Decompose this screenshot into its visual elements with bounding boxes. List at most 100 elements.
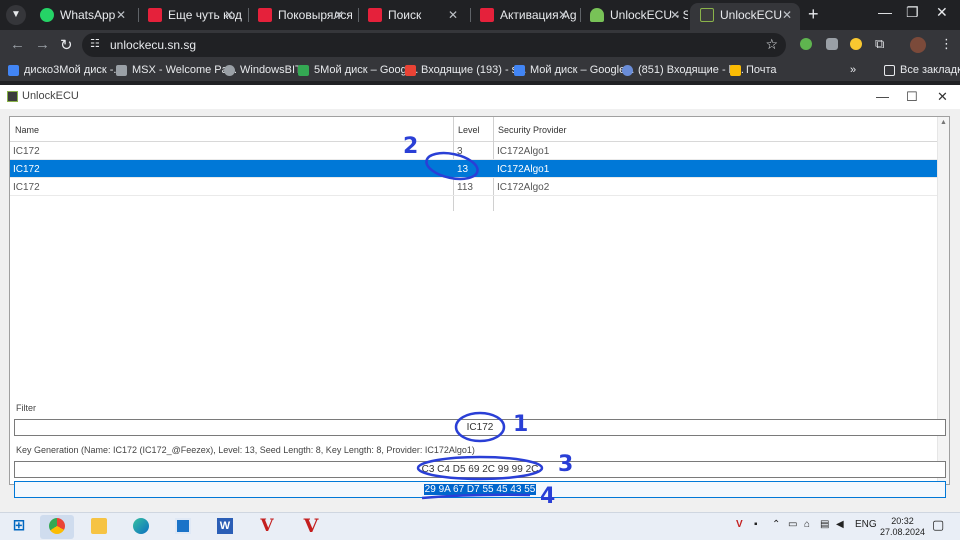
- folder-icon: [91, 518, 107, 534]
- table-row[interactable]: IC172 113 IC172Algo2: [10, 178, 938, 196]
- bookmark-label: MSX - Welcome Pa...: [132, 64, 237, 76]
- taskbar-word[interactable]: W: [208, 515, 242, 539]
- tab-search-button[interactable]: ▼: [6, 5, 26, 25]
- forward-icon[interactable]: →: [35, 36, 50, 53]
- close-tab-icon[interactable]: ✕: [670, 3, 680, 27]
- vs-icon: V: [260, 516, 274, 536]
- app-title: UnlockECU: [22, 90, 79, 102]
- tray-network-icon[interactable]: ⌂: [804, 519, 810, 530]
- extension-yellow-icon[interactable]: [850, 38, 862, 50]
- site-info-icon[interactable]: ☷: [90, 37, 100, 50]
- new-tab-button[interactable]: +: [808, 4, 819, 24]
- drive2-icon: [148, 8, 162, 22]
- bookmark-item[interactable]: MSX - Welcome Pa...: [116, 64, 237, 76]
- unlockecu-window: UnlockECU — ☐ ✕ Name Level Security Prov…: [0, 85, 960, 512]
- tray-display-icon[interactable]: ▤: [820, 519, 829, 530]
- bookmark-item[interactable]: Почта: [730, 64, 777, 76]
- taskbar-edge[interactable]: [124, 515, 158, 539]
- taskbar-window[interactable]: [166, 515, 200, 539]
- globe-icon: [224, 65, 235, 76]
- cell-level: 3: [457, 146, 463, 157]
- cell-provider: IC172Algo2: [497, 182, 550, 193]
- system-clock[interactable]: 20:32 27.08.2024: [880, 516, 925, 538]
- key-output[interactable]: 29 9A 67 D7 55 45 43 55: [14, 481, 946, 498]
- taskbar-explorer[interactable]: [82, 515, 116, 539]
- tab-unlockecu-search[interactable]: UnlockECU - Sea ✕: [580, 3, 688, 30]
- taskbar-vs[interactable]: V: [250, 515, 284, 539]
- taskbar-chrome[interactable]: [40, 515, 74, 539]
- bookmark-label: 5Мой диск – Googl...: [314, 64, 419, 76]
- tray-v-icon[interactable]: V: [736, 519, 743, 530]
- column-header-name[interactable]: Name: [15, 125, 39, 135]
- tray-device-icon[interactable]: ▭: [788, 519, 797, 530]
- start-button[interactable]: ⊞: [2, 515, 36, 539]
- back-icon[interactable]: ←: [10, 36, 25, 53]
- tab-drive2-3[interactable]: Поиск ✕: [358, 3, 466, 30]
- filter-label: Filter: [16, 403, 36, 413]
- table-row-selected[interactable]: IC172 13 IC172Algo1: [10, 160, 938, 178]
- url-text: unlockecu.sn.sg: [110, 38, 197, 52]
- column-header-provider[interactable]: Security Provider: [498, 125, 567, 135]
- annotation-number: 4: [540, 484, 556, 509]
- browser-menu-icon[interactable]: ⋮: [940, 36, 953, 52]
- address-bar[interactable]: ☷ unlockecu.sn.sg ☆: [82, 33, 786, 57]
- cell-name: IC172: [13, 146, 40, 157]
- extensions-puzzle-icon[interactable]: ⧉: [875, 36, 884, 52]
- restore-icon[interactable]: ❐: [906, 4, 919, 21]
- notifications-icon[interactable]: ▢: [932, 517, 944, 533]
- column-header-level[interactable]: Level: [458, 125, 480, 135]
- language-indicator[interactable]: ENG: [855, 519, 877, 530]
- seed-input[interactable]: C3 C4 D5 69 2C 99 99 2C: [14, 461, 946, 478]
- bookmark-label: (851) Входящие - h...: [638, 64, 744, 76]
- word-icon: W: [217, 518, 233, 534]
- gmail-icon: [405, 65, 416, 76]
- bookmark-star-icon[interactable]: ☆: [765, 36, 778, 53]
- tab-whatsapp[interactable]: WhatsApp ✕: [30, 3, 134, 30]
- annotation-number: 2: [403, 134, 419, 159]
- tab-drive2-1[interactable]: Еще чуть кодир ✕: [138, 3, 242, 30]
- bookmark-label: WindowsBIT: [240, 64, 302, 76]
- bookmark-item[interactable]: WindowsBIT: [224, 64, 302, 76]
- taskbar-v-app[interactable]: V: [294, 515, 328, 539]
- close-tab-icon[interactable]: ✕: [334, 3, 344, 27]
- tab-unlockecu[interactable]: UnlockECU ✕: [690, 3, 800, 30]
- cell-name: IC172: [13, 182, 40, 193]
- minimize-icon[interactable]: —: [878, 4, 892, 20]
- all-bookmarks-folder[interactable]: Все закладки: [884, 64, 960, 76]
- folder-icon: [884, 65, 895, 76]
- unlockecu-icon: [700, 8, 714, 22]
- extension-off-icon[interactable]: [826, 38, 838, 50]
- tab-drive2-2[interactable]: Поковырялся в ✕: [248, 3, 352, 30]
- cell-level: 13: [457, 164, 469, 175]
- close-tab-icon[interactable]: ✕: [116, 3, 126, 27]
- avatar[interactable]: [910, 37, 926, 53]
- app-minimize-icon[interactable]: —: [876, 89, 889, 104]
- bookmarks-overflow-icon[interactable]: »: [850, 64, 856, 76]
- close-tab-icon[interactable]: ✕: [782, 3, 792, 27]
- drive-icon: [8, 65, 19, 76]
- app-close-icon[interactable]: ✕: [937, 89, 948, 105]
- close-tab-icon[interactable]: ✕: [448, 3, 458, 27]
- filter-input[interactable]: IC172: [14, 419, 946, 436]
- bookmark-item[interactable]: 5Мой диск – Googl...: [298, 64, 418, 76]
- tab-drive2-4[interactable]: Активация Agil ✕: [470, 3, 576, 30]
- taskbar: ⊞ W V V V ▪ ⌃ ▭ ⌂ ▤ ◀ ENG 20:32 27.08.20…: [0, 512, 960, 540]
- reload-icon[interactable]: ↻: [60, 36, 73, 54]
- bookmark-item[interactable]: (851) Входящие - h...: [622, 64, 744, 76]
- tray-chevron-up-icon[interactable]: ⌃: [772, 519, 780, 530]
- tab-title: WhatsApp: [60, 8, 116, 22]
- cell-level: 113: [457, 182, 473, 193]
- tray-app-icon[interactable]: ▪: [754, 519, 758, 530]
- close-tab-icon[interactable]: ✕: [558, 3, 568, 27]
- table-row[interactable]: IC172 3 IC172Algo1: [10, 142, 938, 160]
- drive-icon: [514, 65, 525, 76]
- close-tab-icon[interactable]: ✕: [224, 3, 234, 27]
- scroll-up-icon[interactable]: ▲: [940, 119, 947, 126]
- bookmark-item[interactable]: диско3Мой диск -...: [8, 64, 123, 76]
- app-maximize-icon[interactable]: ☐: [906, 89, 918, 105]
- tray-volume-icon[interactable]: ◀: [836, 519, 844, 530]
- bookmark-item[interactable]: Мой диск – Google...: [514, 64, 634, 76]
- bookmark-item[interactable]: Входящие (193) - s...: [405, 64, 526, 76]
- close-window-icon[interactable]: ✕: [936, 4, 948, 21]
- extension-icon[interactable]: [800, 38, 812, 50]
